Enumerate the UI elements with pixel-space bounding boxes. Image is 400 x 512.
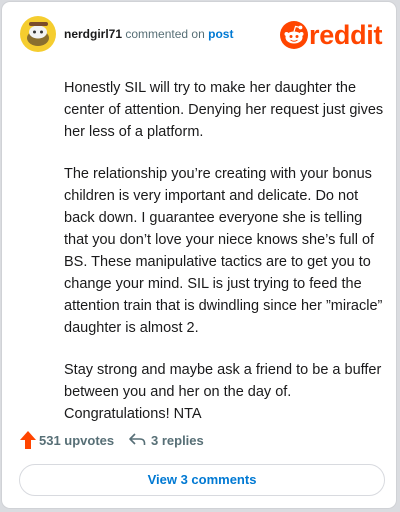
username-link[interactable]: nerdgirl71 [64,27,122,41]
action-text: commented on [125,27,205,41]
comment-body: Honestly SIL will try to make her daught… [64,77,386,445]
comment-paragraph: Honestly SIL will try to make her daught… [64,80,384,140]
comment-meta: nerdgirl71 commented on post [64,27,233,41]
reddit-logo[interactable]: reddit [280,20,386,51]
comment-paragraph: Stay strong and maybe ask a friend to be… [64,362,382,422]
view-comments-button[interactable]: View 3 comments [19,464,385,496]
upvote-count: 531 upvotes [39,433,115,448]
reddit-snoo-icon [280,21,308,49]
reddit-wordmark: reddit [309,20,383,50]
upvote-arrow-icon[interactable] [20,431,36,449]
reply-arrow-icon[interactable] [128,432,146,448]
user-avatar-icon[interactable] [20,16,56,52]
comment-header: nerdgirl71 commented on post reddit [2,2,396,66]
comment-paragraph: The relationship you’re creating with yo… [64,166,383,336]
post-link[interactable]: post [208,27,233,41]
comment-card: nerdgirl71 commented on post reddit Hone… [1,1,397,509]
comment-footer: 531 upvotes 3 replies [2,430,396,452]
reply-count[interactable]: 3 replies [151,433,204,448]
